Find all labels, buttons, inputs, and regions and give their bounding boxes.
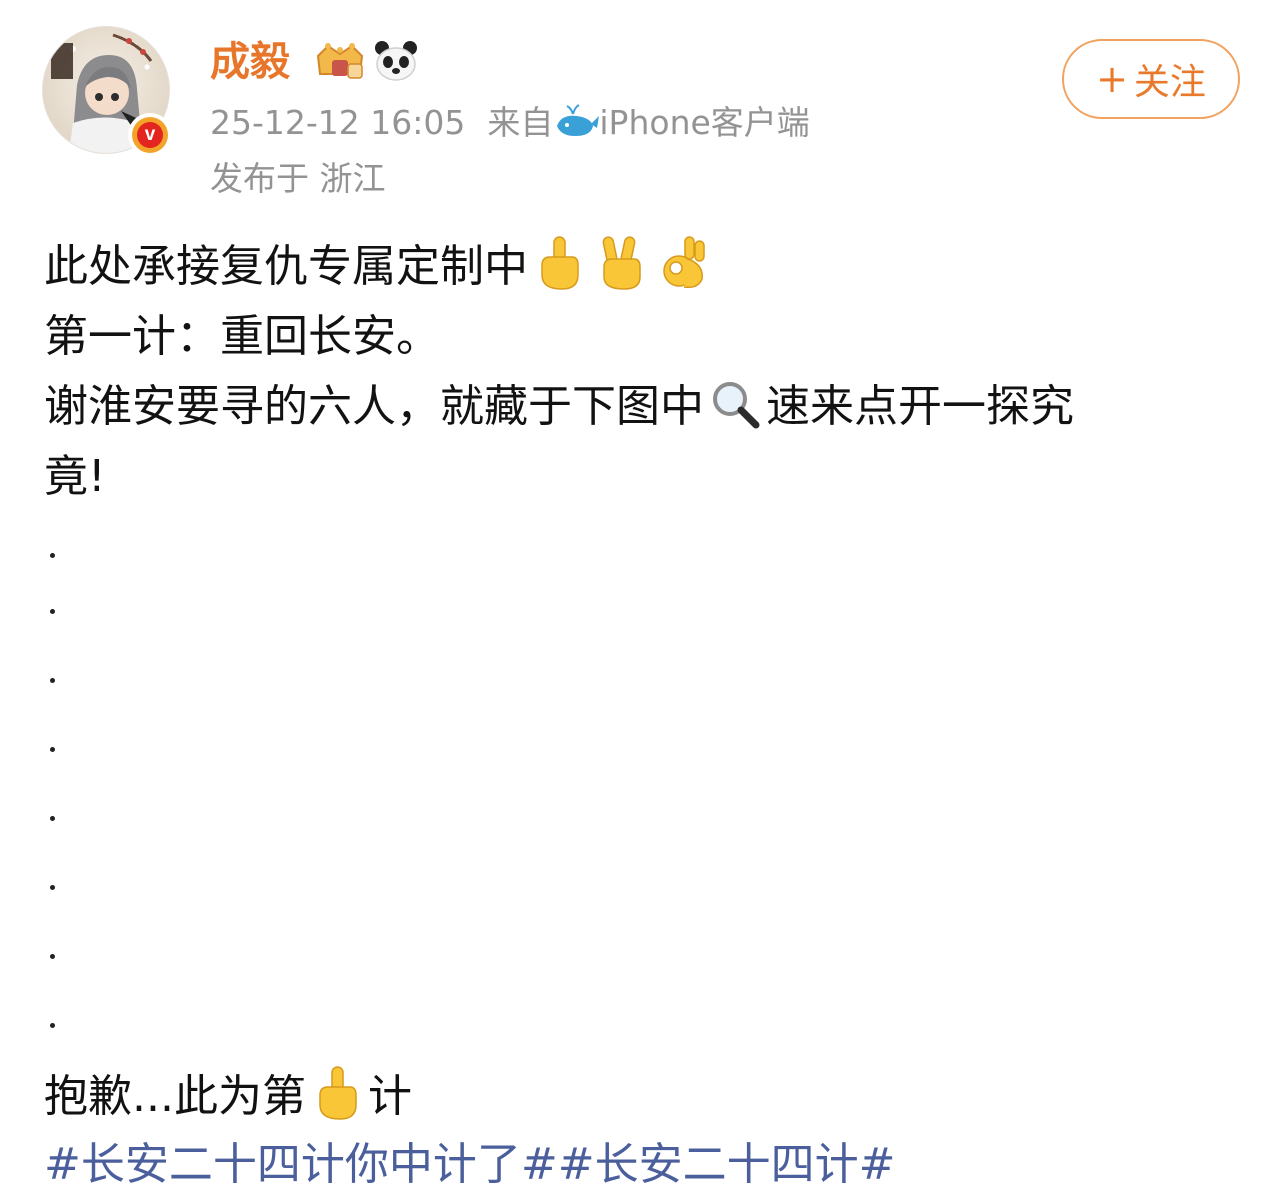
post-location: 发布于 浙江 [210,156,386,202]
source-prefix: 来自 [487,103,554,142]
post-text-line: 竟! [44,442,1244,512]
dot [50,747,55,752]
victory-hand-emoji-icon [602,236,641,290]
post-text-line: 谢淮安要寻的六人，就藏于下图中 速来点开一探究 [44,372,1244,442]
dot [50,553,55,558]
verified-badge-icon: v [128,113,172,157]
post-text-line: 此处承接复仇专属定制中 [44,232,1244,302]
follow-label: 关注 [1133,62,1206,103]
index-pointing-up-emoji-icon [319,1066,357,1120]
dot [50,885,55,890]
location-prefix: 发布于 [210,159,309,198]
crown-vip-icon[interactable] [312,38,368,84]
follow-button[interactable]: + 关注 [1062,39,1240,119]
closing-after: 计 [367,1071,412,1122]
post-body: 此处承接复仇专属定制中 第一计：重回长安。 谢淮安要寻的六人，就藏于下图中 速来… [44,232,1244,512]
location-value: 浙江 [319,159,386,198]
panda-icon [375,41,417,81]
post-header: v 成毅 25-12-12 16:05 来自 iPhone客户端 发布于 浙江 +… [0,0,1284,210]
post-text-line: 第一计：重回长安。 [44,302,1244,372]
hashtag-link[interactable]: #长安二十四计你中计了# [44,1139,558,1190]
post-line-3a: 谢淮安要寻的六人，就藏于下图中 [44,381,704,432]
source-client-link[interactable]: iPhone客户端 [599,103,809,142]
hashtags: #长安二十四计你中计了##长安二十四计# [44,1132,895,1198]
post-closing-line: 抱歉...此为第 计 [44,1062,412,1132]
post-meta: 25-12-12 16:05 来自 iPhone客户端 [210,100,810,146]
post-line-3b: 速来点开一探究 [766,381,1074,432]
ok-hand-emoji-icon [663,236,705,289]
magnifying-glass-emoji-icon [713,382,760,429]
post-line-4: 竟! [44,451,106,502]
dot [50,678,55,683]
post-line-1: 此处承接复仇专属定制中 [44,241,528,292]
post-timestamp: 25-12-12 16:05 [210,103,466,142]
dot [50,954,55,959]
index-pointing-up-emoji-icon [541,236,579,290]
plus-icon: + [1096,57,1128,101]
dot [50,609,55,614]
dot [50,1023,55,1028]
author-name[interactable]: 成毅 [210,38,290,86]
whale-icon [557,104,600,136]
hashtag-link[interactable]: #长安二十四计# [558,1139,896,1190]
dot [50,816,55,821]
post-line-2: 第一计：重回长安。 [44,311,440,362]
closing-before: 抱歉...此为第 [44,1071,306,1122]
